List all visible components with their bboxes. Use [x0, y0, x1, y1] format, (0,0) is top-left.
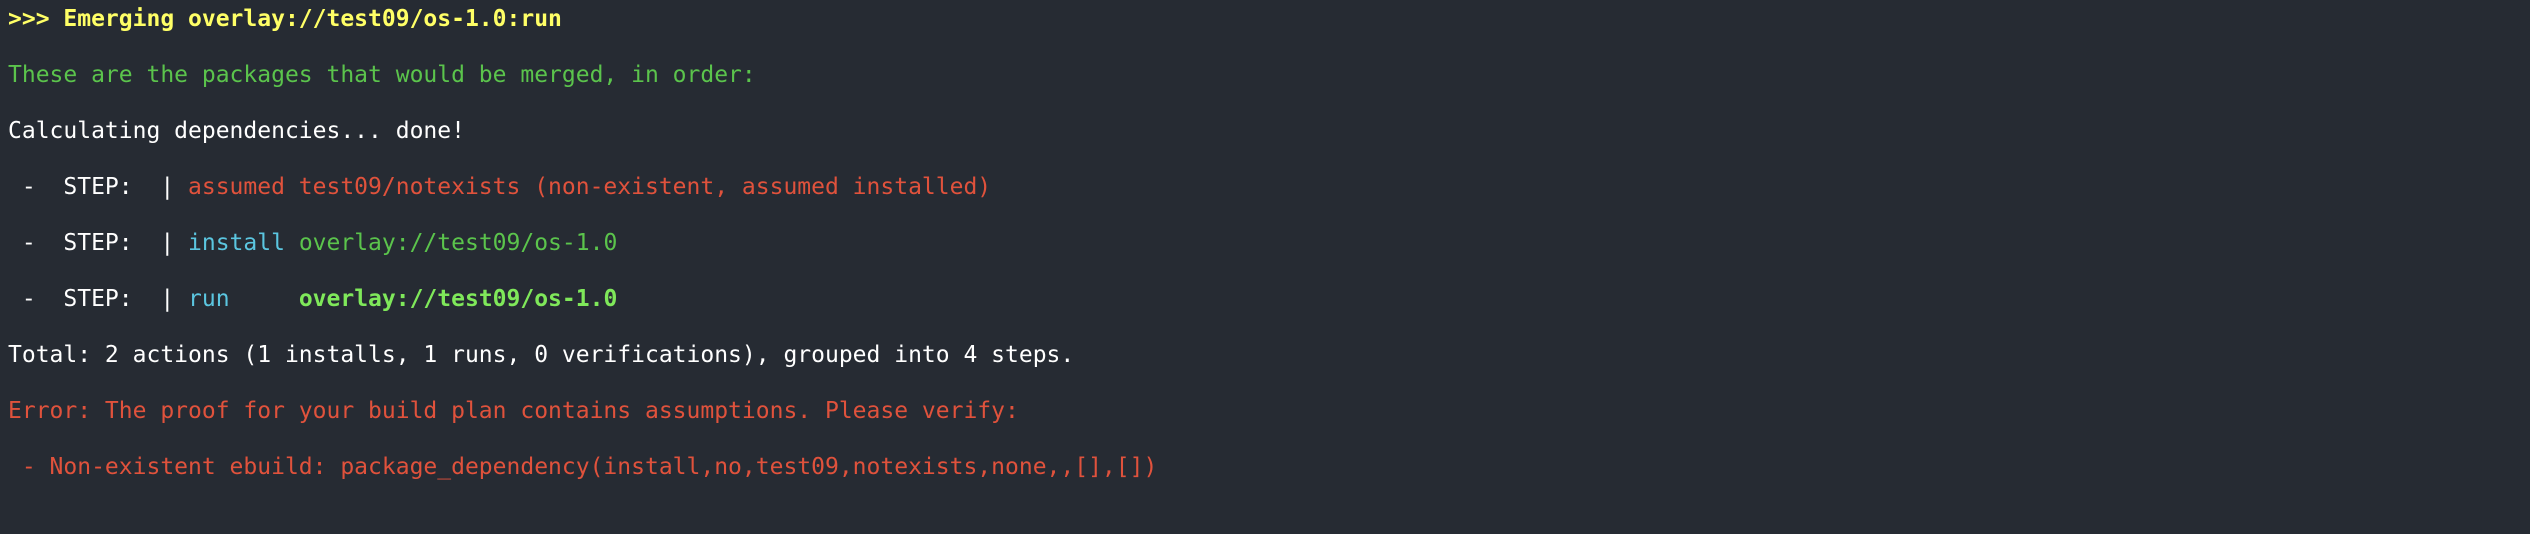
terminal-window[interactable]: >>> Emerging overlay://test09/os-1.0:run… [0, 0, 2530, 534]
merge-header: These are the packages that would be mer… [8, 62, 756, 88]
step-line-assumed: - STEP: | assumed test09/notexists (non-… [8, 172, 991, 202]
step-action-install: install [188, 230, 285, 256]
error-line: Error: The proof for your build plan con… [8, 398, 1019, 424]
calculating-line: Calculating dependencies... done! [8, 118, 465, 144]
error-detail-line: - Non-existent ebuild: package_dependenc… [8, 454, 1158, 480]
step-target-run: overlay://test09/os-1.0 [298, 286, 618, 312]
step-action-run: run [188, 286, 285, 312]
step-prefix: - STEP: | [8, 174, 189, 200]
step-line-install: - STEP: | install overlay://test09/os-1.… [8, 228, 617, 258]
emerge-line: >>> Emerging overlay://test09/os-1.0:run [8, 6, 562, 32]
step-target-install: overlay://test09/os-1.0 [298, 230, 618, 256]
step-prefix: - STEP: | [8, 286, 189, 312]
total-line: Total: 2 actions (1 installs, 1 runs, 0 … [8, 342, 1075, 368]
step-line-run: - STEP: | run overlay://test09/os-1.0 [8, 284, 617, 314]
step-action-assumed: assumed test09/notexists (non-existent, … [188, 174, 992, 200]
step-prefix: - STEP: | [8, 230, 189, 256]
